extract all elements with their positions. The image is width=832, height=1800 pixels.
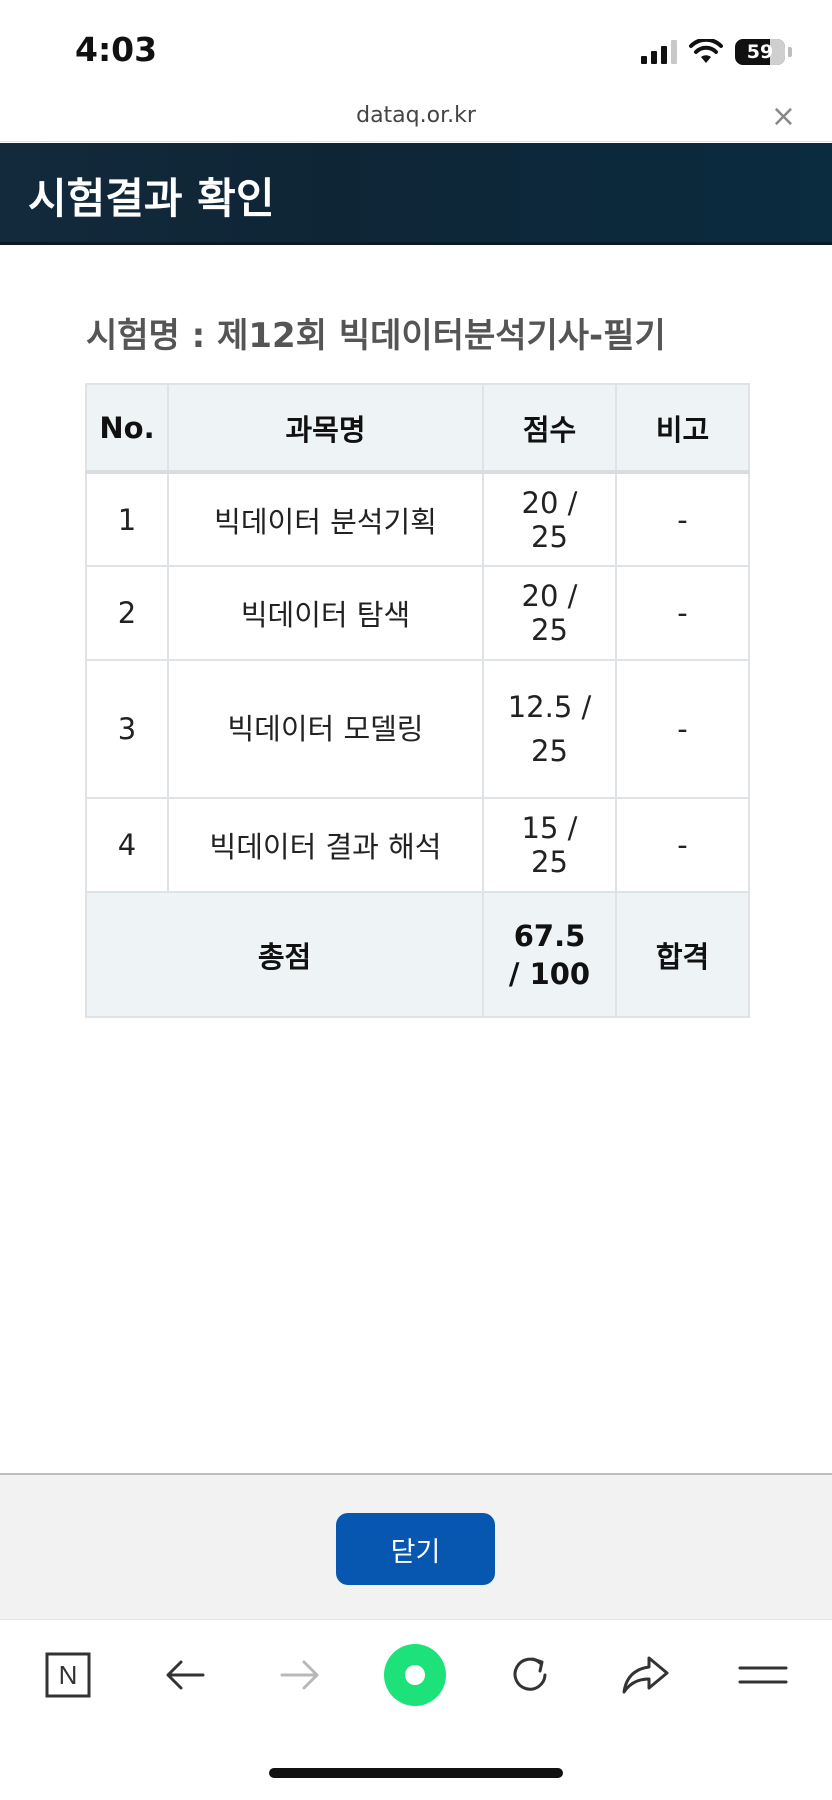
total-row: 총점 67.5 / 100 합격 <box>85 891 750 1018</box>
back-button[interactable] <box>150 1640 220 1710</box>
row-no: 3 <box>85 659 169 799</box>
table-row: 3 빅데이터 모델링 12.5 / 25 - <box>85 659 750 799</box>
exam-name: 시험명 : 제12회 빅데이터분석기사-필기 <box>86 316 666 356</box>
cellular-signal-icon <box>641 40 677 64</box>
reload-icon <box>513 1657 547 1691</box>
status-bar: 4:03 59 <box>0 0 832 95</box>
table-row: 4 빅데이터 결과 해석 15 / 25 - <box>85 797 750 893</box>
row-note: - <box>615 565 750 661</box>
home-indicator[interactable] <box>269 1768 563 1778</box>
green-dot-button[interactable] <box>380 1640 450 1710</box>
url-bar: dataq.or.kr × <box>0 95 832 142</box>
naver-n-icon: N <box>45 1652 91 1698</box>
row-score-text: 15 / 25 <box>521 811 578 879</box>
bottom-action-bar: 닫기 <box>0 1473 832 1619</box>
naver-home-button[interactable]: N <box>33 1640 103 1710</box>
column-header-score: 점수 <box>482 383 617 474</box>
share-icon <box>622 1656 669 1694</box>
row-score: 12.5 / 25 <box>482 659 617 799</box>
menu-button[interactable] <box>728 1640 798 1710</box>
row-note: - <box>615 797 750 893</box>
battery-icon: 59 <box>735 39 785 65</box>
row-no: 1 <box>85 471 169 567</box>
menu-icon <box>738 1666 788 1684</box>
row-subject: 빅데이터 탐색 <box>167 565 484 661</box>
total-label: 총점 <box>85 891 484 1018</box>
row-no: 2 <box>85 565 169 661</box>
naver-n-letter: N <box>59 1660 78 1690</box>
table-row: 2 빅데이터 탐색 20 / 25 - <box>85 565 750 661</box>
total-score-text: 67.5 / 100 <box>508 918 591 991</box>
row-score: 20 / 25 <box>482 471 617 567</box>
total-result: 합격 <box>615 891 750 1018</box>
column-header-no: No. <box>85 383 169 474</box>
page-header: 시험결과 확인 <box>0 143 832 245</box>
row-score-text: 20 / 25 <box>521 579 578 647</box>
row-subject: 빅데이터 결과 해석 <box>167 797 484 893</box>
url-text[interactable]: dataq.or.kr <box>0 103 832 128</box>
forward-button[interactable] <box>265 1640 335 1710</box>
arrow-right-icon <box>280 1660 319 1690</box>
row-note: - <box>615 659 750 799</box>
green-dot-icon <box>384 1644 446 1706</box>
row-score: 15 / 25 <box>482 797 617 893</box>
status-icons: 59 <box>641 36 792 68</box>
row-no: 4 <box>85 797 169 893</box>
arrow-left-icon <box>166 1660 205 1690</box>
share-button[interactable] <box>610 1640 680 1710</box>
close-icon[interactable]: × <box>771 99 796 134</box>
battery-tip <box>788 47 792 57</box>
wifi-icon <box>689 39 723 63</box>
column-header-subject: 과목명 <box>167 383 484 474</box>
results-table: No. 과목명 점수 비고 1 빅데이터 분석기획 20 / 25 - 2 빅데… <box>85 383 750 1018</box>
table-row: 1 빅데이터 분석기획 20 / 25 - <box>85 471 750 567</box>
row-subject: 빅데이터 분석기획 <box>167 471 484 567</box>
page-title: 시험결과 확인 <box>28 174 275 223</box>
browser-toolbar: N <box>0 1619 832 1729</box>
status-time: 4:03 <box>75 30 158 69</box>
total-score: 67.5 / 100 <box>482 891 617 1018</box>
close-button[interactable]: 닫기 <box>336 1513 495 1585</box>
row-score: 20 / 25 <box>482 565 617 661</box>
row-subject: 빅데이터 모델링 <box>167 659 484 799</box>
battery-level: 59 <box>746 41 774 63</box>
column-header-note: 비고 <box>615 383 750 474</box>
row-note: - <box>615 471 750 567</box>
row-score-text: 20 / 25 <box>521 485 578 554</box>
row-score-text: 12.5 / 25 <box>507 690 592 768</box>
table-header-row: No. 과목명 점수 비고 <box>85 383 750 474</box>
reload-button[interactable] <box>495 1640 565 1710</box>
